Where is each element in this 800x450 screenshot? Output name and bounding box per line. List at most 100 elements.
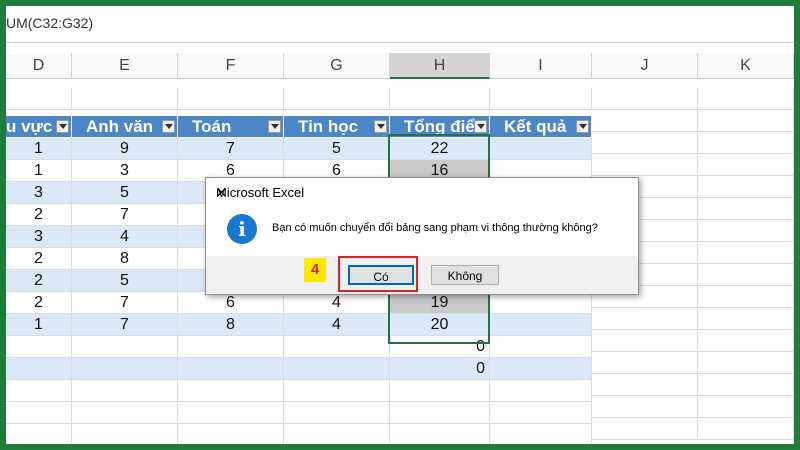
table-cell[interactable]: 4 [284, 314, 390, 336]
table-cell[interactable]: 1 [6, 160, 72, 182]
cell[interactable] [6, 402, 72, 424]
total-cell[interactable] [490, 358, 592, 380]
table-cell[interactable]: 8 [178, 314, 284, 336]
cell[interactable] [390, 424, 490, 444]
cell[interactable] [698, 418, 794, 440]
column-header-k[interactable]: K [698, 53, 794, 79]
cell[interactable] [490, 424, 592, 444]
cell[interactable] [72, 402, 178, 424]
cell[interactable] [698, 396, 794, 418]
table-cell[interactable]: 9 [72, 138, 178, 160]
cell[interactable] [390, 380, 490, 402]
table-cell[interactable]: 5 [72, 270, 178, 292]
filter-dropdown-icon[interactable] [374, 120, 387, 133]
cell[interactable] [178, 88, 284, 110]
formula-bar[interactable]: UM(C32:G32) [6, 6, 794, 43]
cell[interactable] [698, 88, 794, 110]
cell[interactable] [6, 380, 72, 402]
total-cell[interactable]: 0 [390, 336, 490, 358]
cell[interactable] [284, 402, 390, 424]
table-header-cell[interactable]: Tổng điể [390, 116, 490, 138]
cell[interactable] [72, 88, 178, 110]
table-header-cell[interactable]: Tin học [284, 116, 390, 138]
total-cell[interactable] [284, 358, 390, 380]
total-cell[interactable] [6, 336, 72, 358]
table-header-cell[interactable]: Kết quả [490, 116, 592, 138]
cell[interactable] [698, 330, 794, 352]
filter-dropdown-icon[interactable] [268, 120, 281, 133]
cell[interactable] [592, 418, 698, 440]
cell[interactable] [592, 352, 698, 374]
cell[interactable] [284, 380, 390, 402]
filter-dropdown-icon[interactable] [576, 120, 589, 133]
total-cell[interactable] [490, 336, 592, 358]
table-cell[interactable] [490, 314, 592, 336]
cell[interactable] [698, 220, 794, 242]
table-cell[interactable]: 8 [72, 248, 178, 270]
cell[interactable] [698, 374, 794, 396]
cell[interactable] [698, 132, 794, 154]
total-cell[interactable] [72, 358, 178, 380]
table-cell[interactable]: 1 [6, 314, 72, 336]
total-cell[interactable] [178, 358, 284, 380]
table-cell[interactable]: 7 [72, 314, 178, 336]
table-cell[interactable]: 3 [6, 182, 72, 204]
cell[interactable] [6, 88, 72, 110]
table-cell[interactable]: 19 [390, 292, 490, 314]
filter-dropdown-icon[interactable] [56, 120, 69, 133]
column-header-h[interactable]: H [390, 53, 490, 79]
cell[interactable] [592, 308, 698, 330]
cell[interactable] [178, 380, 284, 402]
cell[interactable] [284, 424, 390, 444]
cell[interactable] [698, 308, 794, 330]
table-cell[interactable]: 6 [178, 292, 284, 314]
cell[interactable] [390, 402, 490, 424]
cell[interactable] [284, 88, 390, 110]
cell[interactable] [698, 176, 794, 198]
cell[interactable] [490, 402, 592, 424]
close-icon[interactable]: ✕ [216, 185, 628, 201]
table-cell[interactable]: 20 [390, 314, 490, 336]
cell[interactable] [592, 132, 698, 154]
cell[interactable] [698, 198, 794, 220]
cell[interactable] [698, 154, 794, 176]
total-cell[interactable] [178, 336, 284, 358]
table-cell[interactable] [490, 138, 592, 160]
table-cell[interactable]: 2 [6, 292, 72, 314]
cell[interactable] [178, 402, 284, 424]
table-header-cell[interactable]: Toán [178, 116, 284, 138]
table-cell[interactable]: 2 [6, 204, 72, 226]
column-header-i[interactable]: I [490, 53, 592, 79]
column-header-d[interactable]: D [6, 53, 72, 79]
total-cell[interactable] [72, 336, 178, 358]
table-cell[interactable]: 2 [6, 270, 72, 292]
table-cell[interactable]: 3 [6, 226, 72, 248]
table-cell[interactable]: 4 [284, 292, 390, 314]
cell[interactable] [592, 396, 698, 418]
total-cell[interactable] [6, 358, 72, 380]
cell[interactable] [592, 154, 698, 176]
cell[interactable] [390, 88, 490, 110]
table-cell[interactable]: 7 [72, 292, 178, 314]
table-cell[interactable]: 5 [72, 182, 178, 204]
no-button[interactable]: Không [431, 265, 499, 285]
cell[interactable] [490, 380, 592, 402]
cell[interactable] [592, 88, 698, 110]
table-cell[interactable]: 1 [6, 138, 72, 160]
table-cell[interactable]: 4 [72, 226, 178, 248]
cell[interactable] [698, 110, 794, 132]
table-cell[interactable]: 22 [390, 138, 490, 160]
cell[interactable] [698, 242, 794, 264]
column-header-g[interactable]: G [284, 53, 390, 79]
cell[interactable] [72, 424, 178, 444]
cell[interactable] [592, 330, 698, 352]
table-cell[interactable]: 3 [72, 160, 178, 182]
cell[interactable] [592, 110, 698, 132]
column-header-f[interactable]: F [178, 53, 284, 79]
cell[interactable] [6, 424, 72, 444]
filter-dropdown-icon[interactable] [162, 120, 175, 133]
table-cell[interactable]: 7 [72, 204, 178, 226]
table-cell[interactable]: 7 [178, 138, 284, 160]
cell[interactable] [698, 264, 794, 286]
total-cell[interactable] [284, 336, 390, 358]
